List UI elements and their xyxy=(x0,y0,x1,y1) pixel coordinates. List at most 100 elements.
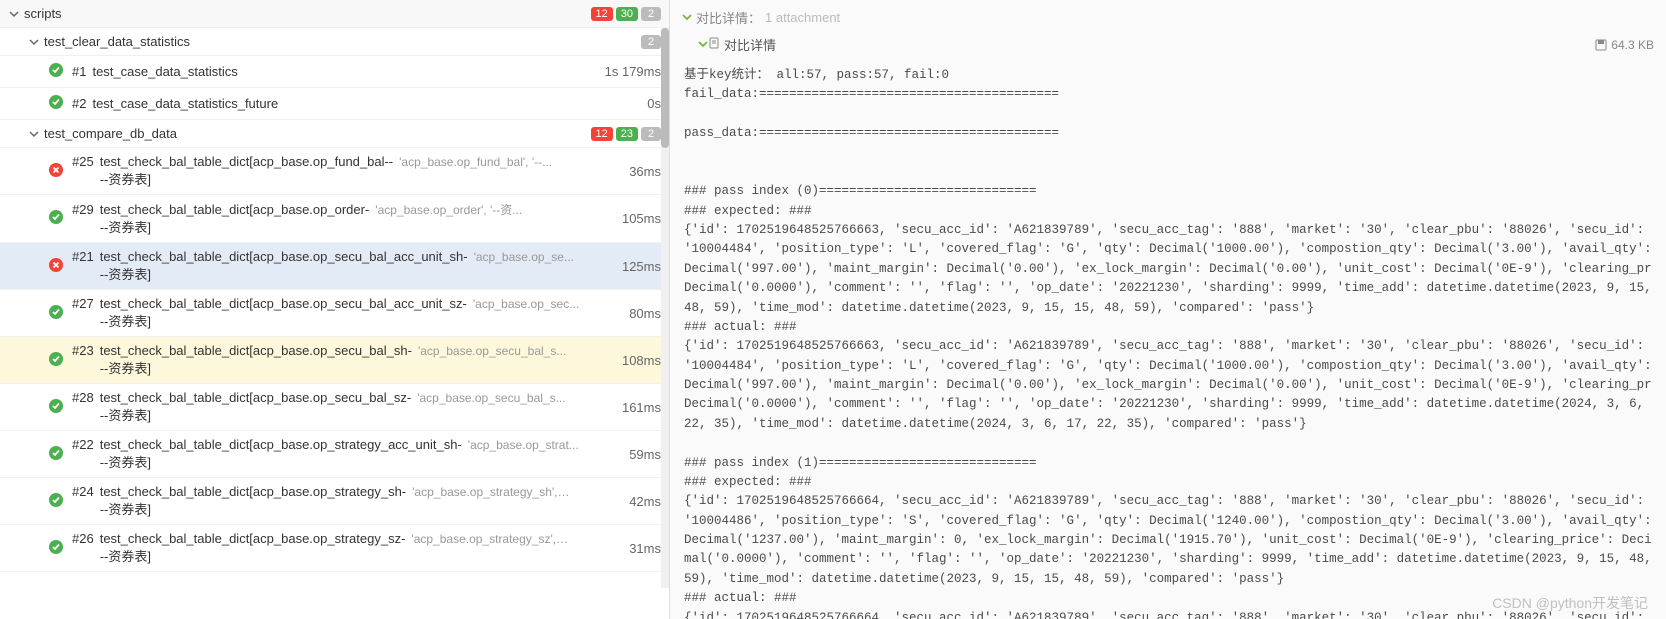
test-number: #2 xyxy=(72,96,86,111)
test-name-line2: --资券表] xyxy=(100,499,406,518)
test-param: 'acp_base.op_fund_bal', '--... xyxy=(399,155,552,169)
detail-header[interactable]: 对比详情： 1 attachment xyxy=(670,4,1666,31)
test-row[interactable]: #21 test_check_bal_table_dict[acp_base.op… xyxy=(0,243,669,290)
group-badges: 12 23 2 xyxy=(591,127,662,141)
test-number: #1 xyxy=(72,64,86,79)
chevron-down-icon xyxy=(698,37,708,52)
test-name: test_check_bal_table_dict[acp_base.op_or… xyxy=(100,202,370,217)
badge-other: 2 xyxy=(641,35,661,49)
test-name-line2: --资券表] xyxy=(100,546,406,565)
detail-panel: 对比详情： 1 attachment 对比详情 64.3 KB 基于key统计：… xyxy=(670,0,1666,619)
x-circle-icon xyxy=(48,162,72,181)
test-number: #21 xyxy=(72,249,94,264)
test-duration: 125ms xyxy=(614,259,661,274)
test-duration: 108ms xyxy=(614,353,661,368)
chevron-down-icon xyxy=(8,8,20,20)
check-circle-icon xyxy=(48,445,72,464)
test-name: test_check_bal_table_dict[acp_base.op_se… xyxy=(100,343,412,358)
root-label: scripts xyxy=(24,6,62,21)
test-tree-panel: scripts 12 30 2 test_clear_data_statisti… xyxy=(0,0,670,619)
test-number: #29 xyxy=(72,202,94,217)
tree-group-clear-data[interactable]: test_clear_data_statistics 2 xyxy=(0,28,669,56)
check-circle-icon xyxy=(48,539,72,558)
detail-title: 对比详情： xyxy=(696,8,761,27)
x-circle-icon xyxy=(48,257,72,276)
test-name: test_check_bal_table_dict[acp_base.op_se… xyxy=(100,249,468,264)
test-duration: 59ms xyxy=(621,447,661,462)
test-name-line2: --资券表] xyxy=(100,452,462,471)
test-name: test_case_data_statistics xyxy=(92,64,237,79)
check-circle-icon xyxy=(48,351,72,370)
attachment-label: 对比详情 xyxy=(724,35,776,54)
test-name-line2: --资券表] xyxy=(100,311,467,330)
test-row[interactable]: #2test_case_data_statistics_future0s xyxy=(0,88,669,120)
test-row[interactable]: #27 test_check_bal_table_dict[acp_base.op… xyxy=(0,290,669,337)
test-row[interactable]: #25 test_check_bal_table_dict[acp_base.op… xyxy=(0,148,669,195)
test-duration: 80ms xyxy=(621,306,661,321)
test-name-line2: --资券表] xyxy=(100,217,370,236)
test-row[interactable]: #24test_check_bal_table_dict[acp_base.op… xyxy=(0,478,669,525)
test-number: #22 xyxy=(72,437,94,452)
test-duration: 31ms xyxy=(621,541,661,556)
test-name-line2: --资券表] xyxy=(100,169,393,188)
test-param: 'acp_base.op_se... xyxy=(474,250,574,264)
test-param: 'acp_base.op_secu_bal_s... xyxy=(418,344,566,358)
badge-pass: 30 xyxy=(616,7,638,21)
detail-count: 1 attachment xyxy=(765,10,840,25)
check-circle-icon xyxy=(48,94,72,113)
check-circle-icon xyxy=(48,209,72,228)
test-name: test_check_bal_table_dict[acp_base.op_st… xyxy=(100,531,406,546)
test-param: 'acp_base.op_strat... xyxy=(468,438,579,452)
test-name-line2: --资券表] xyxy=(100,264,468,283)
test-duration: 36ms xyxy=(621,164,661,179)
test-duration: 42ms xyxy=(621,494,661,509)
test-name-line2: --资券表] xyxy=(100,358,412,377)
group-label: test_compare_db_data xyxy=(44,126,177,141)
test-duration: 105ms xyxy=(614,211,661,226)
document-icon xyxy=(708,37,720,52)
scrollbar-track[interactable] xyxy=(661,28,669,588)
test-name: test_check_bal_table_dict[acp_base.op_fu… xyxy=(100,154,393,169)
test-param: 'acp_base.op_secu_bal_s... xyxy=(417,391,565,405)
test-param: 'acp_base.op_order', '--资... xyxy=(375,201,522,218)
test-row[interactable]: #23test_check_bal_table_dict[acp_base.op… xyxy=(0,337,669,384)
test-param: 'acp_base.op_strategy_sz', '-... xyxy=(411,532,571,546)
badge-other: 2 xyxy=(641,127,661,141)
attachment-meta: 64.3 KB xyxy=(1595,38,1654,52)
check-circle-icon xyxy=(48,398,72,417)
detail-body[interactable]: 基于key统计： all:57, pass:57, fail:0 fail_da… xyxy=(670,60,1666,619)
check-circle-icon xyxy=(48,304,72,323)
test-duration: 161ms xyxy=(614,400,661,415)
test-duration: 1s 179ms xyxy=(597,64,661,79)
test-name: test_check_bal_table_dict[acp_base.op_st… xyxy=(100,484,406,499)
badge-fail: 12 xyxy=(591,127,613,141)
badge-other: 2 xyxy=(641,7,661,21)
test-row[interactable]: #26 test_check_bal_table_dict[acp_base.op… xyxy=(0,525,669,572)
badge-pass: 23 xyxy=(616,127,638,141)
test-row[interactable]: #22 test_check_bal_table_dict[acp_base.op… xyxy=(0,431,669,478)
scrollbar-thumb[interactable] xyxy=(661,28,669,148)
badge-fail: 12 xyxy=(591,7,613,21)
attachment-size: 64.3 KB xyxy=(1611,38,1654,52)
detail-attachment-row[interactable]: 对比详情 64.3 KB xyxy=(670,31,1666,60)
save-icon xyxy=(1595,39,1607,51)
group-badges: 2 xyxy=(641,35,661,49)
test-name: test_check_bal_table_dict[acp_base.op_st… xyxy=(100,437,462,452)
test-row[interactable]: #29 test_check_bal_table_dict[acp_base.op… xyxy=(0,195,669,243)
test-number: #27 xyxy=(72,296,94,311)
tree-root-scripts[interactable]: scripts 12 30 2 xyxy=(0,0,669,28)
chevron-down-icon xyxy=(682,10,692,25)
test-name: test_check_bal_table_dict[acp_base.op_se… xyxy=(100,296,467,311)
test-number: #26 xyxy=(72,531,94,546)
chevron-down-icon xyxy=(28,128,40,140)
tree-group-compare-db[interactable]: test_compare_db_data 12 23 2 xyxy=(0,120,669,148)
check-circle-icon xyxy=(48,62,72,81)
test-name: test_case_data_statistics_future xyxy=(92,96,278,111)
root-badges: 12 30 2 xyxy=(591,7,662,21)
test-number: #25 xyxy=(72,154,94,169)
group-label: test_clear_data_statistics xyxy=(44,34,190,49)
chevron-down-icon xyxy=(28,36,40,48)
test-param: 'acp_base.op_strategy_sh', '... xyxy=(412,485,572,499)
test-row[interactable]: #1 test_case_data_statistics 1s 179ms xyxy=(0,56,669,88)
test-row[interactable]: #28test_check_bal_table_dict[acp_base.op… xyxy=(0,384,669,431)
